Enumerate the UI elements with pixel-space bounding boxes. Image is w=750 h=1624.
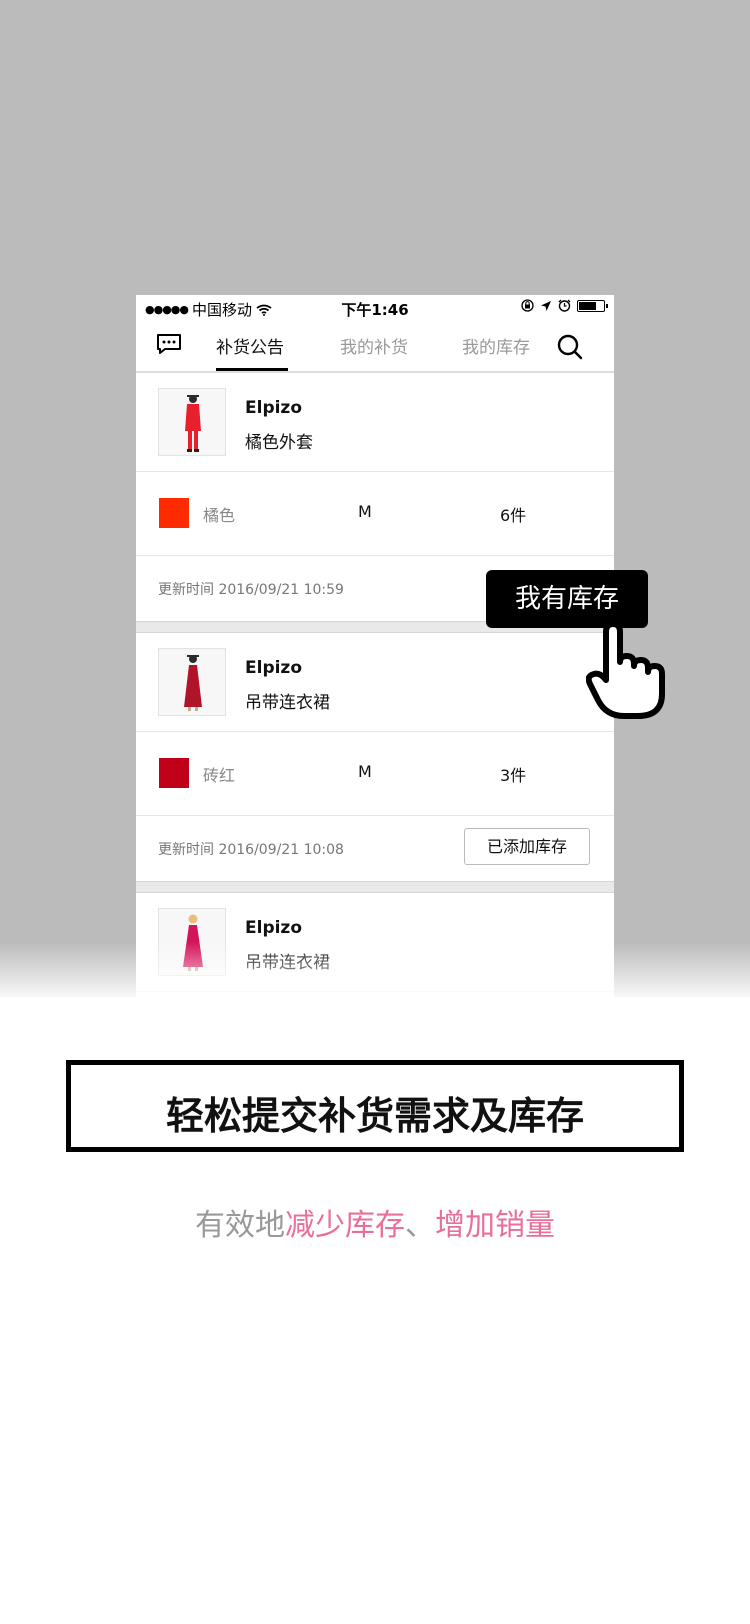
phone-screen: ●●●●● 中国移动 下午1:46 补货公告 我的补货 我的库存 Elpizo … bbox=[136, 295, 614, 997]
chat-icon[interactable] bbox=[156, 333, 182, 355]
active-tab-indicator bbox=[216, 368, 288, 371]
product-brand: Elpizo bbox=[245, 398, 303, 418]
product-name: 吊带连衣裙 bbox=[245, 693, 330, 713]
tab-restock-notice[interactable]: 补货公告 bbox=[216, 333, 284, 358]
product-row: Elpizo 吊带连衣裙 bbox=[136, 633, 614, 732]
quantity-value: 6件 bbox=[500, 506, 527, 525]
subline-prefix: 有效地 bbox=[195, 1208, 285, 1243]
tab-my-restock[interactable]: 我的补货 bbox=[340, 333, 408, 358]
product-row: Elpizo 橘色外套 bbox=[136, 373, 614, 472]
subline-highlight-increase-sales: 增加销量 bbox=[435, 1208, 555, 1243]
variant-row: 砖红 M 3件 bbox=[136, 731, 614, 816]
headline-box: 轻松提交补货需求及库存 bbox=[66, 1060, 684, 1152]
variant-row: 橘色 M 6件 bbox=[136, 471, 614, 556]
product-brand: Elpizo bbox=[245, 918, 303, 938]
battery-icon bbox=[577, 299, 608, 312]
alarm-icon bbox=[558, 299, 571, 312]
product-image[interactable] bbox=[158, 908, 226, 976]
model-figure bbox=[183, 914, 203, 971]
product-image[interactable] bbox=[158, 388, 226, 456]
top-nav-bar: 补货公告 我的补货 我的库存 bbox=[136, 321, 614, 373]
size-value: M bbox=[358, 762, 372, 781]
model-figure bbox=[185, 395, 201, 452]
model-figure bbox=[184, 655, 202, 711]
product-brand: Elpizo bbox=[245, 658, 303, 678]
product-row: Elpizo 吊带连衣裙 bbox=[136, 893, 614, 992]
product-image[interactable] bbox=[158, 648, 226, 716]
search-icon[interactable] bbox=[556, 333, 584, 361]
size-value: M bbox=[358, 502, 372, 521]
promo-subline: 有效地减少库存、增加销量 bbox=[0, 1200, 750, 1244]
product-name: 吊带连衣裙 bbox=[245, 953, 330, 973]
location-icon bbox=[541, 300, 551, 311]
color-name: 橘色 bbox=[203, 506, 236, 525]
updated-time: 更新时间 2016/09/21 10:08 bbox=[158, 842, 344, 858]
added-to-inventory-button[interactable]: 已添加库存 bbox=[464, 828, 590, 865]
subline-separator: 、 bbox=[405, 1208, 435, 1243]
headline-text: 轻松提交补货需求及库存 bbox=[165, 1094, 584, 1138]
color-name: 砖红 bbox=[203, 766, 236, 785]
tab-my-inventory[interactable]: 我的库存 bbox=[462, 333, 530, 358]
status-bar: ●●●●● 中国移动 下午1:46 bbox=[136, 295, 614, 321]
battery-level bbox=[579, 301, 596, 310]
card-separator bbox=[136, 881, 614, 893]
quantity-value: 3件 bbox=[500, 766, 527, 785]
subline-highlight-reduce-stock: 减少库存 bbox=[285, 1208, 405, 1243]
color-swatch bbox=[159, 758, 189, 788]
pointing-hand-icon bbox=[586, 621, 665, 719]
rotation-lock-icon bbox=[521, 299, 534, 312]
product-name: 橘色外套 bbox=[245, 433, 313, 453]
color-swatch bbox=[159, 498, 189, 528]
footer-row: 更新时间 2016/09/21 10:08 已添加库存 bbox=[136, 815, 614, 881]
restock-card[interactable]: Elpizo 吊带连衣裙 砖红 M 3件 更新时间 2016/09/21 10:… bbox=[136, 633, 614, 881]
restock-card[interactable]: Elpizo 吊带连衣裙 bbox=[136, 893, 614, 997]
updated-time: 更新时间 2016/09/21 10:59 bbox=[158, 582, 344, 598]
